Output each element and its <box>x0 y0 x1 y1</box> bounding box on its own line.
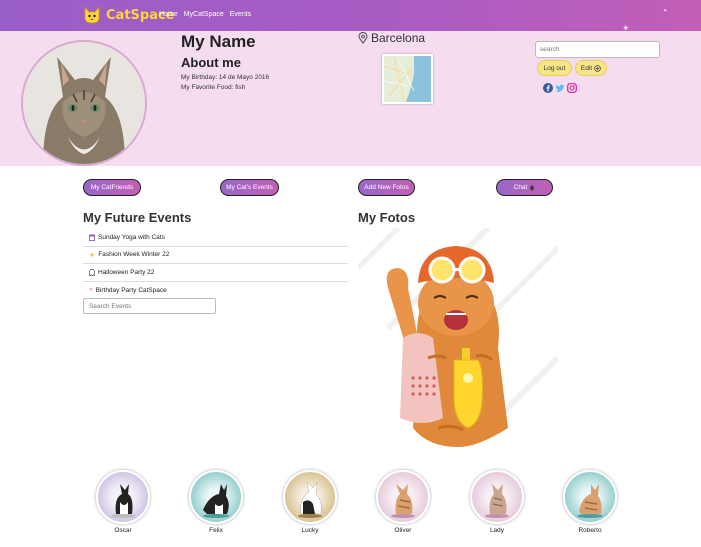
event-label: Sunday Yoga with Cats <box>98 233 165 241</box>
profile-name: My Name <box>181 32 256 51</box>
nav-item-mycatspace[interactable]: MyCatSpace <box>184 11 224 18</box>
friend-card[interactable]: Oscar <box>96 470 150 534</box>
event-label: Fashion Week Winter 22 <box>98 251 170 259</box>
add-new-fotos-button[interactable]: Add New Fotos <box>358 179 415 196</box>
friend-card[interactable]: Lucky <box>283 470 337 534</box>
ghost-icon <box>89 268 95 276</box>
instagram-icon[interactable] <box>567 83 577 93</box>
bell-icon <box>530 185 535 191</box>
location-label: Barcelona <box>371 31 426 45</box>
cat-icon <box>111 484 135 518</box>
friend-name: Oliver <box>394 527 412 534</box>
cat-icon <box>203 484 229 518</box>
main-nav: Home MyCatSpace Events <box>159 11 251 18</box>
heart-icon: ♥ <box>89 287 93 294</box>
friend-card[interactable]: Oliver <box>376 470 430 534</box>
friend-avatar <box>563 470 617 524</box>
friend-avatar <box>283 470 337 524</box>
my-fotos-title: My Fotos <box>358 210 416 225</box>
my-catfriends-button[interactable]: My CatFriends <box>83 179 141 196</box>
friend-name: Felix <box>209 527 223 534</box>
friend-avatar <box>189 470 243 524</box>
top-navbar: CatSpace Home MyCatSpace Events ✦ ✦ <box>0 0 701 33</box>
cat-logo-icon <box>84 5 100 24</box>
cat-icon <box>298 481 322 518</box>
chat-button[interactable]: Chat <box>496 179 553 196</box>
calendar-icon <box>89 234 95 241</box>
friend-name: Lucky <box>301 527 319 534</box>
event-item[interactable]: Sunday Yoga with Cats <box>83 229 348 247</box>
plus-circle-icon <box>594 64 601 72</box>
pill-label: My Cat's Events <box>226 184 273 191</box>
friend-card[interactable]: Lady <box>470 470 524 534</box>
search-events-input[interactable] <box>83 298 216 314</box>
star-icon: ★ <box>89 251 96 259</box>
nav-item-home[interactable]: Home <box>159 11 178 18</box>
friend-avatar <box>376 470 430 524</box>
edit-button[interactable]: Edit <box>575 60 607 76</box>
friend-avatar <box>470 470 524 524</box>
facebook-icon[interactable] <box>543 83 553 93</box>
location-pin-icon <box>358 32 368 44</box>
cat-sunglasses-photo <box>358 228 558 447</box>
birthday-text: My Birthday: 14 de Mayo 2016 <box>181 74 270 81</box>
my-cats-events-button[interactable]: My Cat's Events <box>220 179 279 196</box>
friend-name: Roberto <box>578 527 602 534</box>
pill-label: My CatFriends <box>90 184 134 191</box>
header-search-input[interactable] <box>535 41 660 58</box>
event-item[interactable]: ★ Fashion Week Winter 22 <box>83 247 348 264</box>
foto-gallery[interactable] <box>358 228 558 447</box>
profile-avatar <box>21 40 147 166</box>
pill-label: Add New Fotos <box>364 184 409 191</box>
cat-icon <box>485 484 509 518</box>
events-list: Sunday Yoga with Cats ★ Fashion Week Win… <box>83 229 348 299</box>
friend-avatar <box>96 470 150 524</box>
event-item[interactable]: Halloween Party 22 <box>83 264 348 282</box>
cat-portrait-image <box>23 42 145 164</box>
location-map[interactable] <box>382 54 433 104</box>
logout-label: Log out <box>543 64 566 72</box>
event-label: Birthday Party CatSpace <box>95 286 167 294</box>
cat-icon <box>391 484 415 518</box>
friend-name: Oscar <box>114 527 132 534</box>
location: Barcelona <box>358 31 425 45</box>
future-events-title: My Future Events <box>83 210 192 225</box>
about-me-title: About me <box>181 55 241 70</box>
pill-label: Chat <box>513 184 528 191</box>
event-item[interactable]: ♥ Birthday Party CatSpace <box>83 282 348 300</box>
logout-button[interactable]: Log out <box>537 60 572 76</box>
cat-icon <box>577 484 603 518</box>
map-image <box>384 56 431 102</box>
friend-name: Lady <box>489 527 505 534</box>
event-label: Halloween Party 22 <box>98 268 155 276</box>
nav-item-events[interactable]: Events <box>230 11 251 18</box>
twitter-icon[interactable] <box>555 83 565 93</box>
friend-card[interactable]: Roberto <box>563 470 617 534</box>
friend-card[interactable]: Felix <box>189 470 243 534</box>
social-links <box>543 83 577 93</box>
edit-label: Edit <box>580 64 593 72</box>
sparkle-icon: ✦ <box>663 8 668 14</box>
favorite-food-text: My Favorite Food: fish <box>181 84 246 91</box>
